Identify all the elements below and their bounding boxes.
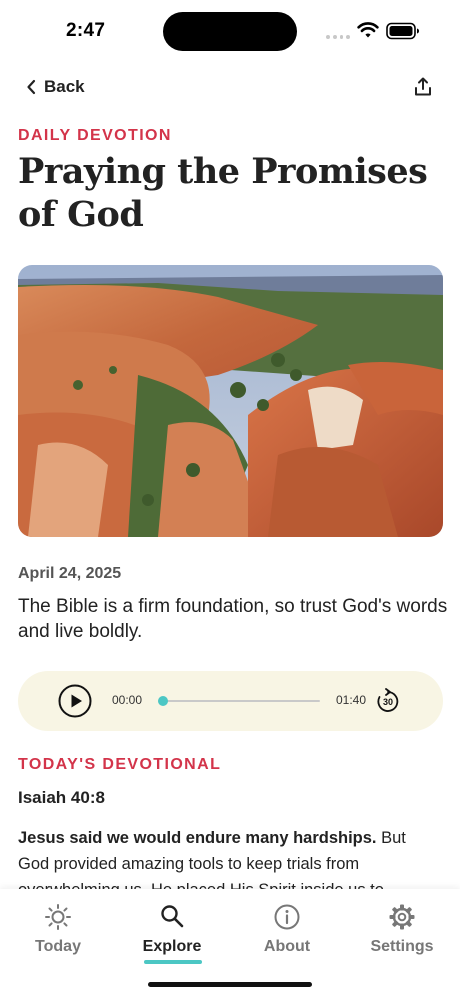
back-button[interactable]: Back — [26, 76, 85, 98]
devotional-section-label: TODAY'S DEVOTIONAL — [18, 756, 222, 773]
section-eyebrow: DAILY DEVOTION — [18, 127, 172, 144]
home-indicator — [148, 982, 312, 987]
tab-settings-label: Settings — [370, 938, 434, 955]
progress-slider[interactable] — [158, 693, 320, 709]
gear-icon — [389, 904, 415, 930]
tab-settings[interactable]: Settings — [352, 889, 452, 969]
play-icon[interactable] — [58, 684, 92, 718]
tab-explore-label: Explore — [142, 938, 202, 955]
devotional-body: Jesus said we would endure many hardship… — [18, 825, 438, 889]
tab-explore[interactable]: Explore — [122, 889, 222, 969]
battery-icon — [386, 22, 419, 40]
tab-today-label: Today — [35, 938, 81, 955]
status-bar: 2:47 — [0, 0, 460, 62]
wifi-icon — [357, 22, 379, 38]
search-icon — [161, 905, 184, 928]
share-icon[interactable] — [412, 76, 434, 98]
current-time: 00:00 — [112, 693, 143, 707]
progress-knob[interactable] — [158, 696, 168, 706]
article-date: April 24, 2025 — [18, 565, 122, 582]
devotional-lead-bold: Jesus said we would endure many hardship… — [18, 829, 377, 847]
chevron-left-icon — [27, 79, 36, 95]
page-title: Praying the Promises of God — [18, 151, 428, 235]
active-tab-indicator — [144, 960, 202, 964]
scripture-reference: Isaiah 40:8 — [18, 788, 105, 807]
hero-image — [18, 265, 443, 537]
tab-about-label: About — [263, 938, 311, 955]
tab-about[interactable]: About — [237, 889, 337, 969]
audio-player: 00:00 01:40 30 — [18, 671, 443, 731]
skip-forward-30-icon[interactable]: 30 — [375, 688, 401, 714]
article-summary: The Bible is a firm foundation, so trust… — [18, 596, 448, 642]
sun-icon — [45, 904, 71, 930]
info-icon — [274, 904, 300, 930]
tab-bar: Today Explore About Settings — [0, 889, 460, 997]
skip-seconds-label: 30 — [383, 697, 393, 707]
progress-track — [158, 700, 320, 702]
cellular-signal-icon — [326, 35, 350, 39]
dynamic-island — [163, 12, 297, 51]
total-time: 01:40 — [336, 693, 367, 707]
tab-today[interactable]: Today — [8, 889, 108, 969]
back-label: Back — [44, 77, 85, 96]
status-time: 2:47 — [66, 20, 106, 41]
